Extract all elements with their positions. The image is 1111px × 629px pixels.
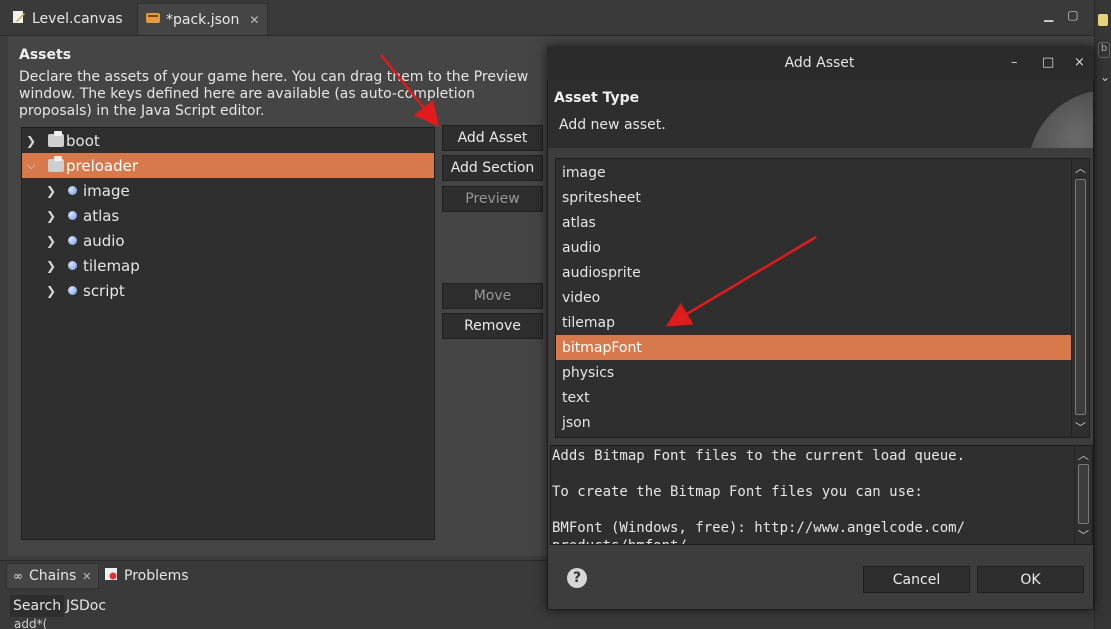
description-scrollbar[interactable]: ︿ ﹀	[1074, 446, 1092, 544]
chevron-up-icon[interactable]: ︿	[1074, 163, 1087, 175]
tab-label: *pack.json	[166, 11, 240, 28]
add-asset-button[interactable]: Add Asset	[442, 125, 543, 151]
chevron-right-icon[interactable]: ❯	[44, 209, 58, 223]
list-item[interactable]: image	[556, 160, 1071, 185]
tree-item-tilemap[interactable]: ❯ tilemap	[22, 253, 434, 278]
tree-item-label: boot	[66, 131, 100, 150]
scrollbar-thumb[interactable]	[1075, 179, 1086, 415]
package-icon[interactable]	[1098, 14, 1108, 26]
tree-item-label: script	[83, 281, 125, 300]
remove-button[interactable]: Remove	[442, 313, 543, 339]
tree-item-atlas[interactable]: ❯ atlas	[22, 203, 434, 228]
add-section-button[interactable]: Add Section	[442, 155, 543, 181]
tree-item-label: image	[83, 181, 130, 200]
close-icon[interactable]: ×	[1074, 55, 1085, 70]
tree-item-label: atlas	[83, 206, 120, 225]
chevron-right-icon[interactable]: ❯	[44, 234, 58, 248]
move-button[interactable]: Move	[442, 283, 543, 309]
asset-type-icon	[68, 286, 77, 295]
asset-description-box: Adds Bitmap Font files to the current lo…	[550, 445, 1093, 545]
pack-json-icon	[146, 12, 160, 28]
asset-type-list[interactable]: image spritesheet atlas audio audiosprit…	[555, 158, 1090, 438]
tab-label: Level.canvas	[32, 11, 123, 27]
asset-type-icon	[68, 236, 77, 245]
chevron-down-icon[interactable]: ⌵	[24, 158, 38, 173]
right-gutter: b ⌄	[1094, 0, 1111, 629]
tree-item-label: preloader	[66, 156, 139, 175]
scrollbar-thumb[interactable]	[1078, 464, 1089, 524]
tree-item-label: audio	[83, 231, 125, 250]
minimize-icon[interactable]: –	[1011, 55, 1018, 70]
tree-item-boot[interactable]: ❯ boot	[22, 128, 434, 153]
tab-problems[interactable]: Problems	[98, 563, 195, 589]
chevron-down-icon[interactable]: ﹀	[1077, 530, 1090, 542]
search-result-text: add*(	[14, 617, 48, 629]
outline-icon[interactable]: b	[1098, 42, 1110, 58]
list-item[interactable]: video	[556, 285, 1071, 310]
tab-chains[interactable]: ∞ Chains ✕	[6, 563, 99, 589]
subtab-jsdoc[interactable]: JSDoc	[63, 595, 109, 617]
list-item-selected[interactable]: bitmapFont	[556, 335, 1071, 360]
asset-type-icon	[68, 186, 77, 195]
list-item[interactable]: physics	[556, 360, 1071, 385]
preview-button[interactable]: Preview	[442, 186, 543, 212]
problems-icon	[104, 567, 118, 585]
list-scrollbar[interactable]: ︿ ﹀	[1071, 159, 1089, 437]
list-item[interactable]: audio	[556, 235, 1071, 260]
dialog-header-title: Asset Type	[554, 90, 640, 106]
folder-icon	[48, 156, 64, 172]
list-item[interactable]: tilemap	[556, 310, 1071, 335]
list-item[interactable]: text	[556, 385, 1071, 410]
tree-item-audio[interactable]: ❯ audio	[22, 228, 434, 253]
asset-description-text: Adds Bitmap Font files to the current lo…	[552, 448, 966, 544]
asset-type-icon	[68, 261, 77, 270]
ok-button[interactable]: OK	[977, 566, 1084, 593]
close-icon[interactable]: ✕	[249, 13, 259, 27]
chevron-right-icon[interactable]: ❯	[24, 134, 38, 148]
folder-icon	[48, 131, 64, 147]
list-item[interactable]: json	[556, 410, 1071, 435]
tab-level-canvas[interactable]: Level.canvas	[4, 3, 131, 35]
subtab-search[interactable]: Search	[10, 595, 65, 617]
help-icon[interactable]: ?	[567, 568, 587, 588]
tab-label: Problems	[124, 568, 189, 584]
dialog-header-subtitle: Add new asset.	[559, 117, 666, 133]
tree-item-script[interactable]: ❯ script	[22, 278, 434, 303]
list-item[interactable]: audiosprite	[556, 260, 1071, 285]
tab-pack-json[interactable]: *pack.json ✕	[137, 3, 269, 35]
header-decoration	[1028, 90, 1093, 148]
tree-item-label: tilemap	[83, 256, 140, 275]
minimize-icon[interactable]: ▁	[1044, 8, 1053, 22]
maximize-icon[interactable]: □	[1042, 55, 1054, 70]
list-item[interactable]: atlas	[556, 210, 1071, 235]
tree-item-image[interactable]: ❯ image	[22, 178, 434, 203]
assets-tree[interactable]: ❯ boot ⌵ preloader ❯ image ❯ atlas ❯ aud…	[21, 127, 435, 540]
list-item[interactable]: spritesheet	[556, 185, 1071, 210]
chevron-up-icon[interactable]: ︿	[1077, 450, 1090, 462]
pencil-doc-icon	[12, 10, 26, 28]
assets-description: Declare the assets of your game here. Yo…	[19, 69, 529, 119]
tree-item-preloader[interactable]: ⌵ preloader	[22, 153, 434, 178]
close-icon[interactable]: ✕	[82, 570, 91, 583]
chevron-right-icon[interactable]: ❯	[44, 284, 58, 298]
chevron-down-icon[interactable]: ⌄	[1100, 70, 1110, 84]
cancel-button[interactable]: Cancel	[863, 566, 970, 593]
chevron-down-icon[interactable]: ﹀	[1074, 422, 1087, 434]
tab-label: Chains	[29, 568, 77, 584]
maximize-icon[interactable]: ▢	[1067, 8, 1078, 22]
assets-title: Assets	[19, 47, 72, 63]
chevron-right-icon[interactable]: ❯	[44, 184, 58, 198]
chevron-right-icon[interactable]: ❯	[44, 259, 58, 273]
chain-icon: ∞	[13, 569, 23, 583]
asset-type-icon	[68, 211, 77, 220]
editor-window-controls: ▁ ▢	[1044, 8, 1079, 22]
